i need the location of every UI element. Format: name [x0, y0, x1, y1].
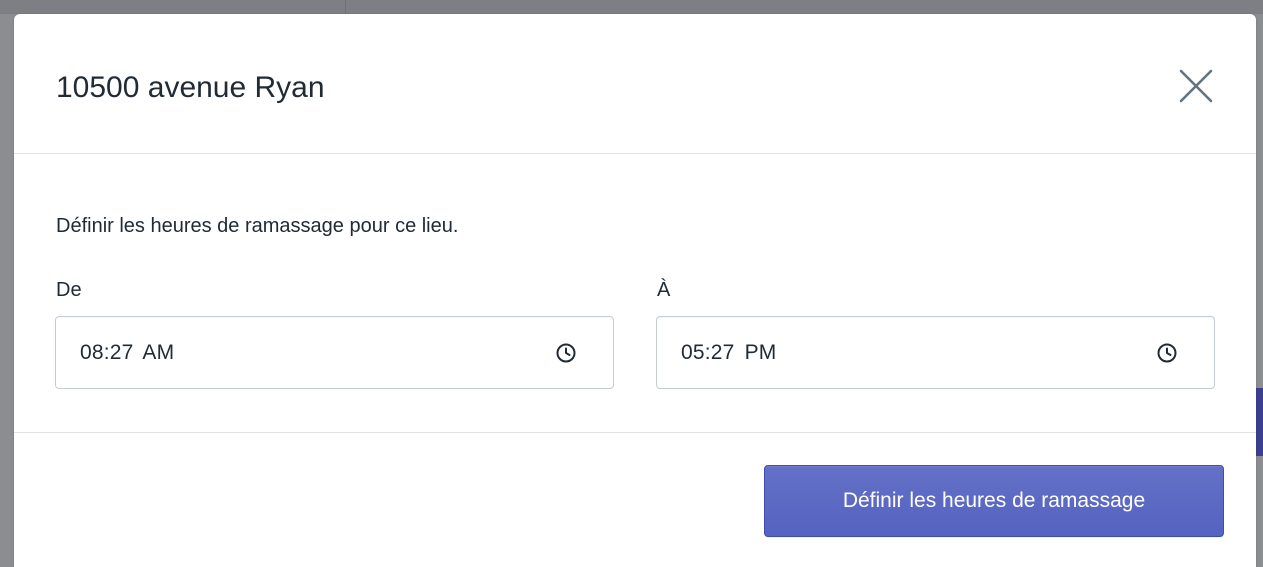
backdrop-header: [0, 0, 1263, 14]
clock-icon[interactable]: [555, 342, 577, 364]
to-time-value: 05:27 PM: [681, 341, 777, 364]
backdrop-accent: [1256, 388, 1263, 456]
modal-description: Définir les heures de ramassage pour ce …: [56, 215, 459, 237]
backdrop-divider: [345, 0, 346, 14]
modal-header: 10500 avenue Ryan: [14, 14, 1256, 154]
modal-footer: Définir les heures de ramassage: [14, 433, 1256, 567]
from-time-value: 08:27 AM: [80, 341, 175, 364]
close-icon: [1179, 69, 1213, 103]
clock-icon[interactable]: [1156, 342, 1178, 364]
to-time-input[interactable]: 05:27 PM: [656, 316, 1215, 389]
from-time-label: De: [56, 279, 82, 301]
from-time-input[interactable]: 08:27 AM: [55, 316, 614, 389]
to-time-label: À: [657, 279, 671, 301]
pickup-hours-modal: 10500 avenue Ryan Définir les heures de …: [14, 14, 1256, 567]
modal-title: 10500 avenue Ryan: [56, 71, 325, 104]
set-pickup-hours-button[interactable]: Définir les heures de ramassage: [764, 465, 1224, 537]
modal-body: Définir les heures de ramassage pour ce …: [14, 154, 1256, 433]
close-button[interactable]: [1176, 66, 1216, 106]
